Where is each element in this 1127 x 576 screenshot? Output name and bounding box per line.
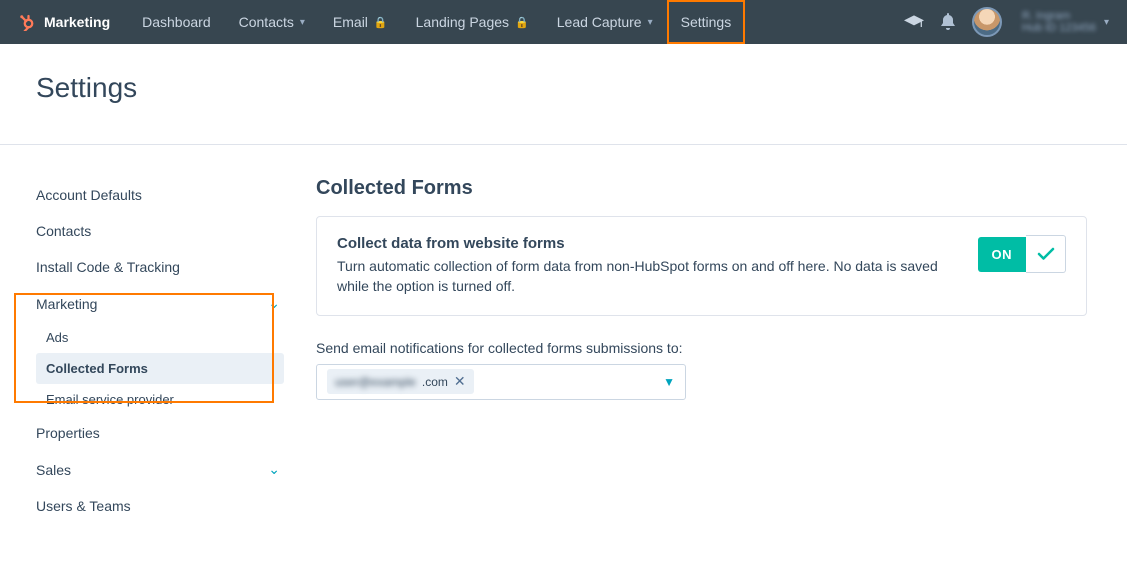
nav-item-label: Contacts	[239, 14, 294, 30]
sidebar-sub-ads[interactable]: Ads	[36, 322, 284, 353]
sidebar-item-label: Contacts	[36, 223, 91, 239]
sidebar-item-label: Account Defaults	[36, 187, 142, 203]
email-chip-suffix: .com	[422, 375, 448, 389]
nav-email[interactable]: Email 🔒	[319, 0, 402, 44]
sidebar-item-label: Users & Teams	[36, 498, 131, 514]
nav-item-label: Lead Capture	[557, 14, 642, 30]
nav-item-label: Landing Pages	[416, 14, 509, 30]
sidebar-sub-email-provider[interactable]: Email service provider	[36, 384, 284, 415]
lock-icon: 🔒	[374, 16, 388, 29]
lock-icon: 🔒	[515, 16, 529, 29]
sidebar-item-label: Sales	[36, 462, 71, 478]
sidebar-item-properties[interactable]: Properties	[36, 415, 284, 451]
notifications-bell-icon[interactable]	[940, 13, 956, 31]
chevron-down-icon: ▾	[300, 17, 305, 28]
email-notifications-select[interactable]: user@example .com ✕ ▼	[316, 364, 686, 400]
toggle-state-label: ON	[978, 237, 1027, 272]
account-name: R. Ingram	[1022, 10, 1096, 22]
sidebar-sub-collected-forms[interactable]: Collected Forms	[36, 353, 284, 384]
chevron-down-icon: ▾	[648, 17, 653, 28]
email-chip-hidden: user@example	[335, 375, 416, 389]
email-chip: user@example .com ✕	[327, 369, 474, 394]
collect-data-card: Collect data from website forms Turn aut…	[316, 216, 1087, 316]
sidebar-item-install-code[interactable]: Install Code & Tracking	[36, 249, 284, 285]
nav-item-label: Email	[333, 14, 368, 30]
nav-item-label: Dashboard	[142, 14, 211, 30]
sidebar-item-label: Properties	[36, 425, 100, 441]
app-logo[interactable]: Marketing	[18, 13, 110, 31]
sidebar-item-users-teams[interactable]: Users & Teams	[36, 488, 284, 524]
card-description: Turn automatic collection of form data f…	[337, 256, 958, 297]
account-info[interactable]: R. Ingram Hub ID 123456	[1022, 10, 1096, 34]
nav-lead-capture[interactable]: Lead Capture ▾	[543, 0, 667, 44]
chevron-down-icon: ⌄	[268, 295, 280, 312]
sidebar-item-marketing[interactable]: Marketing ⌄	[36, 285, 284, 322]
sidebar-item-label: Ads	[46, 330, 68, 345]
email-notifications-label: Send email notifications for collected f…	[316, 340, 1087, 356]
chevron-down-icon: ⌄	[268, 461, 280, 478]
sidebar-item-label: Collected Forms	[46, 361, 148, 376]
sidebar-marketing-children: Ads Collected Forms Email service provid…	[36, 322, 284, 415]
academy-icon[interactable]	[904, 15, 924, 29]
sidebar-item-contacts[interactable]: Contacts	[36, 213, 284, 249]
card-body: Collect data from website forms Turn aut…	[337, 235, 958, 297]
page-title: Settings	[36, 72, 1091, 104]
checkmark-icon	[1026, 235, 1066, 273]
page-header: Settings	[0, 44, 1127, 120]
main-content: Collected Forms Collect data from websit…	[284, 145, 1127, 524]
account-id: Hub ID 123456	[1022, 22, 1096, 34]
app-label: Marketing	[44, 14, 110, 30]
nav-contacts[interactable]: Contacts ▾	[225, 0, 319, 44]
nav-dashboard[interactable]: Dashboard	[128, 0, 225, 44]
collect-data-toggle[interactable]: ON	[978, 235, 1067, 273]
sidebar-item-label: Marketing	[36, 296, 97, 312]
sidebar-item-sales[interactable]: Sales ⌄	[36, 451, 284, 488]
nav-landing-pages[interactable]: Landing Pages 🔒	[402, 0, 543, 44]
sidebar-item-account-defaults[interactable]: Account Defaults	[36, 177, 284, 213]
caret-down-icon: ▼	[663, 375, 675, 389]
nav-item-label: Settings	[681, 14, 732, 30]
settings-sidebar: Account Defaults Contacts Install Code &…	[36, 145, 284, 524]
section-title: Collected Forms	[316, 177, 1087, 200]
nav-right: R. Ingram Hub ID 123456 ▾	[904, 7, 1109, 37]
remove-chip-icon[interactable]: ✕	[454, 373, 466, 390]
chevron-down-icon: ▾	[1104, 17, 1109, 28]
sidebar-item-label: Email service provider	[46, 392, 174, 407]
user-avatar[interactable]	[972, 7, 1002, 37]
hubspot-sprocket-icon	[18, 13, 36, 31]
top-nav: Marketing Dashboard Contacts ▾ Email 🔒 L…	[0, 0, 1127, 44]
content-layout: Account Defaults Contacts Install Code &…	[0, 145, 1127, 544]
sidebar-item-label: Install Code & Tracking	[36, 259, 180, 275]
card-title: Collect data from website forms	[337, 235, 958, 252]
nav-left: Marketing Dashboard Contacts ▾ Email 🔒 L…	[18, 0, 745, 44]
nav-settings[interactable]: Settings	[667, 0, 746, 44]
